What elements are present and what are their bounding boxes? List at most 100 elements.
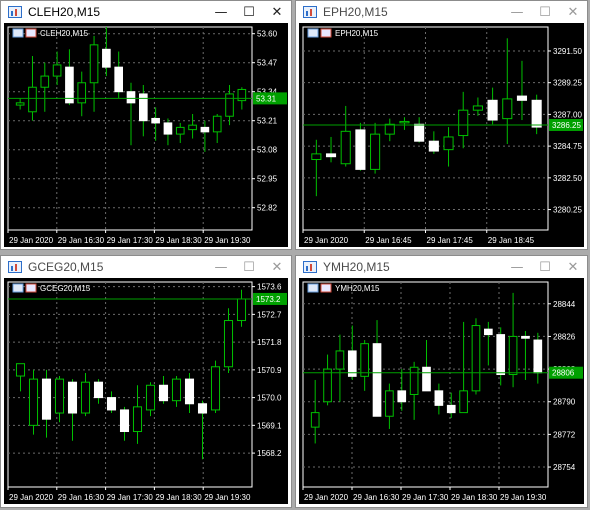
chart-window-gceg20[interactable]: GCEG20,M15 — ☐ ✕ 1573.6 1572.7 1571.8 1570.…	[0, 255, 292, 508]
window-titlebar[interactable]: EPH20,M15 — ☐ ✕	[296, 1, 587, 23]
close-button[interactable]: ✕	[263, 1, 291, 23]
candle-body	[184, 378, 195, 405]
candle-body	[212, 115, 222, 133]
candle-body	[335, 350, 345, 370]
candle-body	[151, 117, 160, 124]
current-price-label: 28806	[552, 369, 575, 378]
candle-body	[487, 99, 498, 121]
candle-body	[443, 136, 454, 151]
minimize-button[interactable]: —	[207, 256, 235, 278]
candle-body	[171, 378, 182, 402]
y-tick-label: 1570.0	[257, 394, 282, 403]
candle	[459, 321, 468, 414]
candle-body	[114, 66, 124, 93]
chart-window-eph20[interactable]: EPH20,M15 — ☐ ✕ 3291.50 3289.25 3287.00 328…	[295, 0, 588, 250]
candle	[54, 376, 65, 423]
indicator-icon	[12, 28, 24, 38]
candle-body	[340, 130, 351, 165]
candle	[114, 51, 124, 99]
candle	[223, 308, 234, 373]
maximize-button[interactable]: ☐	[235, 1, 263, 23]
candle-body	[471, 325, 481, 392]
candle-body	[40, 75, 50, 88]
minimize-button[interactable]: —	[503, 1, 531, 23]
chart-symbol-label: YMH20,M15	[335, 284, 380, 293]
candle	[446, 392, 456, 419]
maximize-button[interactable]: ☐	[531, 256, 559, 278]
candle-body	[502, 98, 513, 120]
x-tick-label: 29 Jan 18:30	[451, 493, 498, 502]
candle	[516, 60, 528, 121]
y-tick-label: 1573.6	[257, 283, 282, 292]
chart-window-icon	[302, 259, 318, 275]
candle	[40, 62, 50, 112]
candle	[93, 379, 104, 404]
window-titlebar[interactable]: CLEH20,M15 — ☐ ✕	[1, 1, 291, 23]
y-tick-label: 3287.00	[553, 110, 582, 119]
chart-window-ymh20[interactable]: YMH20,M15 — ☐ ✕ 288442882628808287902877…	[295, 255, 588, 508]
candle	[311, 139, 322, 197]
maximize-button[interactable]: ☐	[235, 256, 263, 278]
minimize-button[interactable]: —	[207, 1, 235, 23]
minimize-button[interactable]: —	[503, 256, 531, 278]
candle	[458, 91, 469, 149]
x-tick-label: 29 Jan 19:30	[500, 493, 547, 502]
window-title: EPH20,M15	[323, 5, 388, 19]
chart-label-icons	[12, 28, 37, 38]
x-tick-label: 29 Jan 18:30	[155, 493, 202, 502]
candle	[151, 107, 160, 141]
price-chart[interactable]: 53.60 53.47 53.34 53.21 53.08 52.95 52.82 29 Ja…	[4, 23, 288, 247]
candle	[80, 372, 91, 417]
candle-body	[484, 328, 493, 336]
x-tick-label: 29 Jan 17:30	[107, 236, 154, 245]
y-tick-label: 52.82	[257, 204, 278, 213]
current-price-label: 1573.2	[256, 295, 281, 304]
candlestick-chart[interactable]: 3291.50 3289.25 3287.00 3284.75 3282.50 3280.…	[299, 23, 584, 247]
close-button[interactable]: ✕	[559, 256, 587, 278]
candle-body	[533, 339, 543, 374]
window-titlebar[interactable]: YMH20,M15 — ☐ ✕	[296, 256, 587, 278]
price-chart[interactable]: 28844288262880828790287722875429 Jan 202…	[299, 278, 584, 504]
candle-body	[414, 123, 425, 142]
candle-body	[126, 91, 136, 104]
chart-symbol-label: GCEG20,M15	[40, 284, 91, 293]
candle-body	[80, 381, 91, 414]
y-tick-label: 28844	[553, 300, 576, 309]
indicator-icon	[307, 28, 319, 38]
chart-window-clleh20[interactable]: CLEH20,M15 — ☐ ✕ 53.60 53.47 53.34 53.21 53.…	[0, 0, 292, 250]
candlestick-chart[interactable]: 53.6053.4753.3453.2153.0852.9552.8229 Ja…	[4, 23, 288, 247]
price-chart[interactable]: 1573.6 1572.7 1571.8 1570.9 1570.0 1569.1 1568…	[4, 278, 288, 504]
candle	[335, 334, 345, 402]
candle-body	[422, 366, 431, 392]
candle	[340, 105, 351, 167]
chart-window-icon	[7, 4, 23, 20]
x-tick-label: 29 Jan 18:45	[488, 236, 535, 245]
close-button[interactable]: ✕	[559, 1, 587, 23]
flag-icon	[25, 283, 37, 293]
maximize-button[interactable]: ☐	[531, 1, 559, 23]
y-tick-label: 53.21	[257, 117, 278, 126]
candle-body	[521, 335, 530, 339]
candlestick-chart[interactable]: 28844288262880828790287722875429 Jan 202…	[299, 278, 584, 504]
chart-label-icons	[307, 28, 332, 38]
y-tick-label: 3284.75	[553, 142, 582, 151]
candle	[471, 318, 481, 395]
candle	[158, 376, 169, 404]
price-chart[interactable]: 3291.50 3289.25 3287.00 3284.75 3282.50 3280.…	[299, 23, 584, 247]
candle-body	[106, 397, 117, 411]
candle	[210, 360, 221, 414]
candle-body	[77, 82, 87, 104]
candle-body	[158, 384, 169, 402]
candlestick-chart[interactable]: 1573.6 1572.7 1571.8 1570.9 1570.0 1569.1 1568…	[4, 278, 288, 504]
candle	[347, 325, 357, 380]
candle	[15, 98, 25, 110]
candle	[484, 321, 493, 366]
y-tick-label: 1568.2	[257, 449, 282, 458]
candle-body	[132, 406, 143, 433]
candle-body	[310, 412, 320, 428]
x-tick-label: 29 Jan 18:30	[155, 236, 202, 245]
x-tick-label: 29 Jan 2020	[304, 236, 349, 245]
x-tick-label: 29 Jan 16:45	[365, 236, 412, 245]
close-button[interactable]: ✕	[263, 256, 291, 278]
window-titlebar[interactable]: GCEG20,M15 — ☐ ✕	[1, 256, 291, 278]
